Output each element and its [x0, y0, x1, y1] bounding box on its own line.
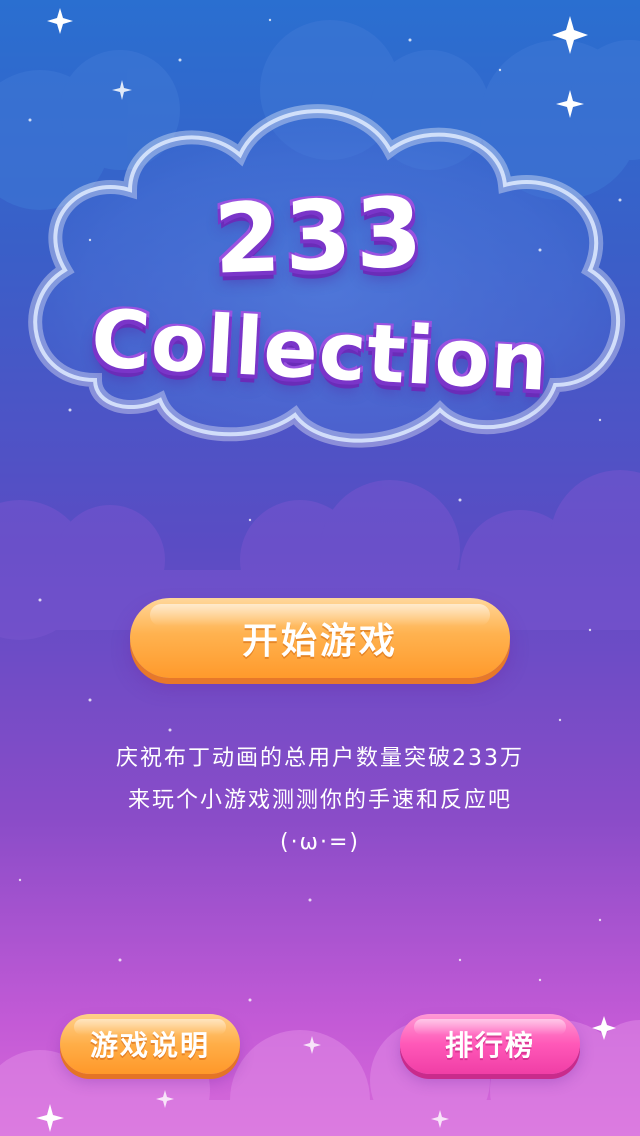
description-emoticon: (·ω·=) — [279, 830, 360, 855]
game-description: 庆祝布丁动画的总用户数量突破233万 来玩个小游戏测测你的手速和反应吧 (·ω·… — [40, 738, 600, 864]
game-title-number: 233 — [210, 175, 429, 297]
game-rules-label: 游戏说明 — [89, 1029, 210, 1062]
leaderboard-label: 排行榜 — [444, 1029, 535, 1062]
start-game-button[interactable]: 开始游戏 — [130, 598, 510, 678]
game-start-screen: 233 Collection 开始游戏 庆祝布丁动画的总用户数量突破233万 来… — [0, 0, 640, 1136]
sparkle-icon — [47, 8, 73, 34]
game-rules-button[interactable]: 游戏说明 — [60, 1014, 240, 1074]
start-game-label: 开始游戏 — [241, 621, 398, 662]
leaderboard-button[interactable]: 排行榜 — [400, 1014, 580, 1074]
description-line-1: 庆祝布丁动画的总用户数量突破233万 — [116, 746, 524, 771]
background-decoration — [0, 8, 640, 1136]
description-line-2: 来玩个小游戏测测你的手速和反应吧 — [127, 788, 512, 813]
